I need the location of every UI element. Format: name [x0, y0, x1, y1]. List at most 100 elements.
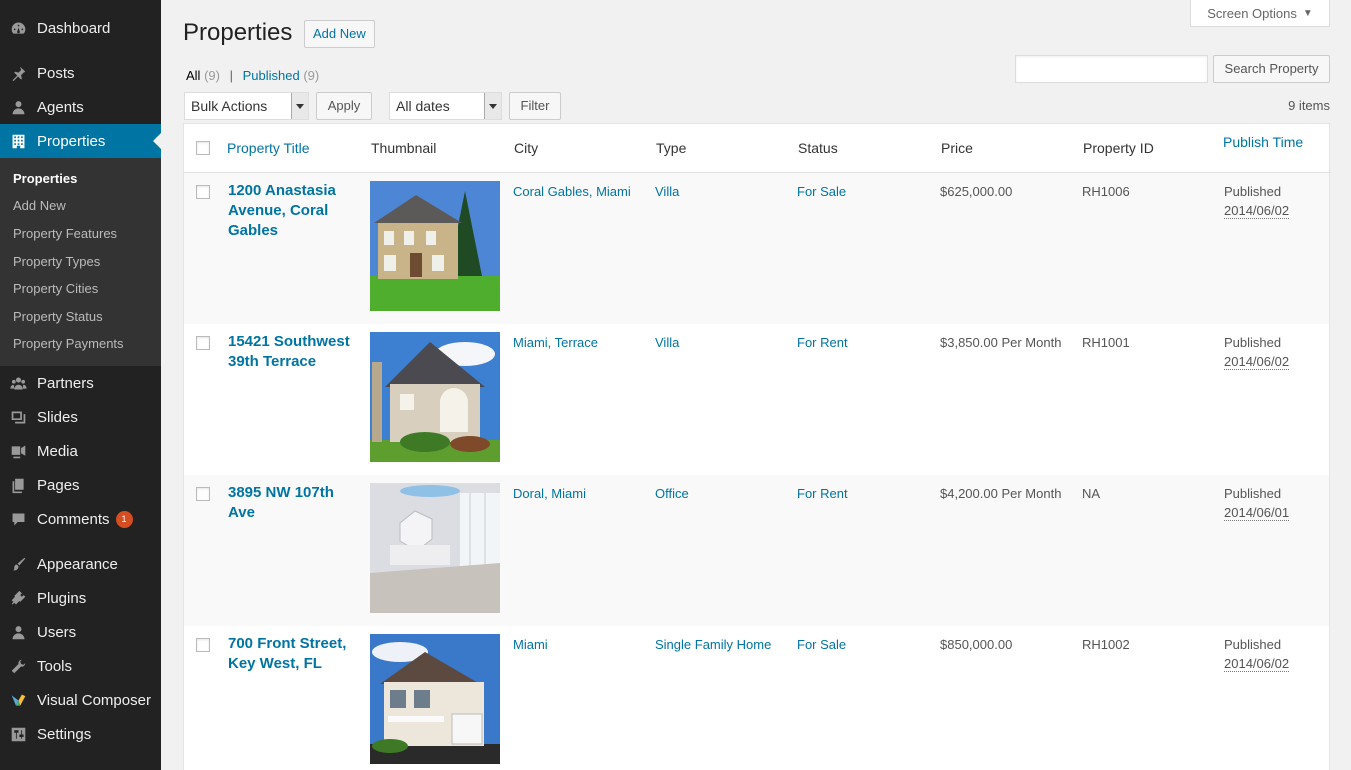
submenu-property-features[interactable]: Property Features — [13, 226, 117, 241]
view-filters: All (9) | Published (9) — [186, 68, 319, 83]
property-title-link[interactable]: 15421 Southwest 39th Terrace — [228, 332, 354, 372]
submenu-property-payments[interactable]: Property Payments — [13, 336, 124, 351]
property-thumbnail[interactable] — [370, 483, 500, 613]
bulk-actions-select[interactable]: Bulk Actions — [184, 92, 309, 120]
type-link[interactable]: Single Family Home — [655, 635, 771, 654]
menu-label: Visual Composer — [37, 691, 151, 709]
menu-agents[interactable]: Agents — [0, 90, 161, 124]
submenu-add-new[interactable]: Add New — [13, 198, 66, 213]
menu-label: Media — [37, 442, 78, 460]
screen-options-button[interactable]: Screen Options ▼ — [1190, 0, 1330, 27]
status-link[interactable]: For Sale — [797, 635, 846, 654]
type-link[interactable]: Office — [655, 484, 689, 503]
submenu-properties[interactable]: Properties — [13, 171, 77, 186]
menu-properties[interactable]: Properties — [0, 124, 161, 158]
city-link[interactable]: Doral, Miami — [513, 484, 586, 503]
menu-media[interactable]: Media — [0, 434, 161, 468]
table-row: 700 Front Street, Key West, FL Miami Sin… — [184, 626, 1329, 770]
property-thumbnail[interactable] — [370, 634, 500, 764]
menu-comments[interactable]: Comments 1 — [0, 502, 161, 536]
publish-date: 2014/06/02 — [1224, 203, 1290, 219]
property-title-link[interactable]: 700 Front Street, Key West, FL — [228, 634, 354, 674]
city-link[interactable]: Miami — [513, 635, 548, 654]
bulk-actions-value: Bulk Actions — [191, 98, 268, 114]
menu-settings[interactable]: Settings — [0, 717, 161, 751]
property-thumbnail[interactable] — [370, 181, 500, 311]
row-checkbox[interactable] — [196, 638, 210, 652]
table-row: 3895 NW 107th Ave Doral, Miami Office Fo… — [184, 475, 1329, 626]
status-link[interactable]: For Rent — [797, 484, 848, 503]
screen-options-label: Screen Options — [1207, 5, 1297, 21]
dates-value: All dates — [396, 98, 450, 114]
row-checkbox[interactable] — [196, 185, 210, 199]
menu-label: Plugins — [37, 589, 87, 607]
city-link[interactable]: Miami, Terrace — [513, 333, 598, 352]
type-link[interactable]: Villa — [655, 182, 679, 201]
search-property-button[interactable]: Search Property — [1213, 55, 1330, 83]
menu-plugins[interactable]: Plugins — [0, 581, 161, 615]
menu-label: Agents — [37, 98, 84, 116]
menu-dashboard[interactable]: Dashboard — [0, 11, 161, 45]
select-all-checkbox[interactable] — [196, 141, 210, 155]
menu-label: Comments — [37, 510, 110, 528]
menu-partners[interactable]: Partners — [0, 366, 161, 400]
submenu-property-types[interactable]: Property Types — [13, 254, 100, 269]
menu-appearance[interactable]: Appearance — [0, 547, 161, 581]
status-link[interactable]: For Rent — [797, 333, 848, 352]
table-row: 15421 Southwest 39th Terrace Miami, Terr… — [184, 324, 1329, 475]
property-title-link[interactable]: 1200 Anastasia Avenue, Coral Gables — [228, 181, 354, 241]
status-link[interactable]: For Sale — [797, 182, 846, 201]
menu-visual-composer[interactable]: Visual Composer — [0, 683, 161, 717]
pin-icon — [0, 65, 36, 82]
apply-button[interactable]: Apply — [316, 92, 372, 120]
add-new-button[interactable]: Add New — [304, 20, 375, 48]
row-checkbox[interactable] — [196, 336, 210, 350]
type-link[interactable]: Villa — [655, 333, 679, 352]
column-city: City — [514, 140, 539, 156]
submenu-property-status[interactable]: Property Status — [13, 309, 103, 324]
dropdown-arrow-icon — [484, 93, 501, 119]
column-type: Type — [656, 140, 687, 156]
items-count: 9 items — [1288, 98, 1330, 113]
submenu-property-cities[interactable]: Property Cities — [13, 281, 98, 296]
search-input[interactable] — [1015, 55, 1208, 83]
filter-button[interactable]: Filter — [509, 92, 561, 120]
view-separator: | — [229, 68, 233, 83]
menu-users[interactable]: Users — [0, 615, 161, 649]
table-header: Property Title Thumbnail City Type Statu… — [184, 124, 1331, 173]
property-id-value: NA — [1082, 486, 1101, 501]
publish-time: Published 2014/06/02 — [1224, 182, 1290, 220]
property-thumbnail[interactable] — [370, 332, 500, 462]
publish-status: Published — [1224, 637, 1282, 652]
property-title-link[interactable]: 3895 NW 107th Ave — [228, 483, 354, 523]
price-value: $850,000.00 — [940, 637, 1013, 652]
menu-label: Appearance — [37, 555, 118, 573]
menu-label: Tools — [37, 657, 73, 675]
price-value: $3,850.00 Per Month — [940, 335, 1062, 350]
menu-label: Posts — [37, 64, 75, 82]
column-property-title[interactable]: Property Title — [227, 140, 309, 156]
price-value: $4,200.00 Per Month — [940, 486, 1062, 501]
publish-time: Published 2014/06/02 — [1224, 333, 1290, 371]
properties-table: Property Title Thumbnail City Type Statu… — [183, 123, 1331, 770]
view-published-link[interactable]: Published — [243, 68, 300, 83]
publish-date: 2014/06/02 — [1224, 656, 1290, 672]
property-id-value: RH1002 — [1082, 637, 1130, 652]
menu-posts[interactable]: Posts — [0, 56, 161, 90]
media-icon — [0, 443, 36, 460]
user-icon — [0, 624, 36, 641]
menu-pages[interactable]: Pages — [0, 468, 161, 502]
view-all-link[interactable]: All — [186, 68, 200, 83]
row-checkbox[interactable] — [196, 487, 210, 501]
dates-select[interactable]: All dates — [389, 92, 502, 120]
menu-tools[interactable]: Tools — [0, 649, 161, 683]
column-price: Price — [941, 140, 973, 156]
dashboard-icon — [0, 20, 36, 37]
column-publish-time[interactable]: Publish Time — [1223, 134, 1303, 150]
menu-slides[interactable]: Slides — [0, 400, 161, 434]
city-link[interactable]: Coral Gables, Miami — [513, 182, 631, 201]
admin-sidebar: Dashboard Posts Agents Properties Proper… — [0, 0, 161, 770]
building-icon — [0, 133, 36, 150]
property-id-value: RH1006 — [1082, 184, 1130, 199]
menu-label: Users — [37, 623, 77, 641]
